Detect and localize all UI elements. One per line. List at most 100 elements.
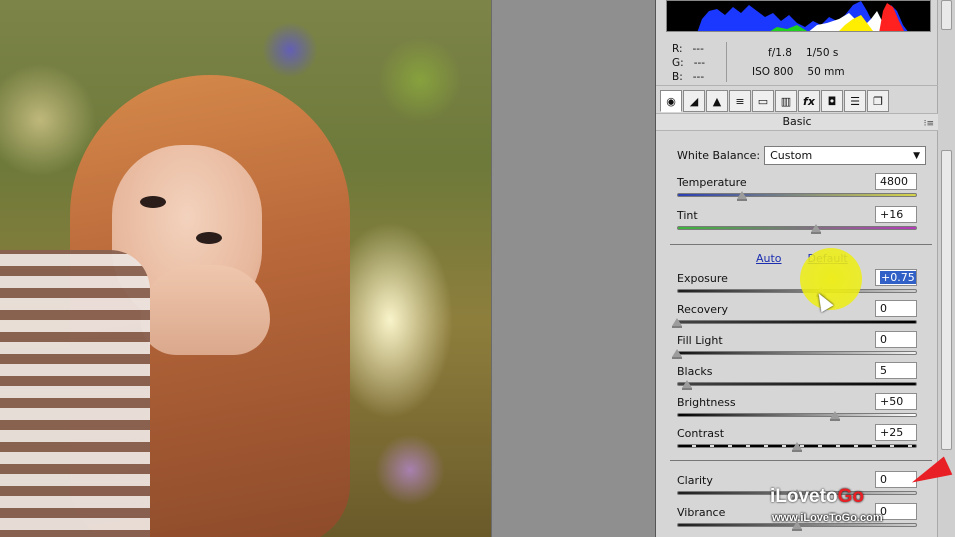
temperature-thumb[interactable] — [736, 191, 747, 201]
exposure-track[interactable] — [677, 289, 917, 293]
aperture-value: f/1.8 — [768, 47, 792, 59]
photo-subject-hand — [140, 265, 270, 355]
slider-fill-light: Fill Light 0 — [672, 331, 917, 364]
recovery-label: Recovery — [677, 303, 729, 316]
fill-light-input[interactable]: 0 — [875, 331, 917, 348]
iso-value: ISO 800 — [752, 66, 794, 78]
shutter-value: 1/50 s — [805, 47, 839, 59]
histogram-scroll-thumb[interactable] — [941, 0, 952, 30]
panel-menu-icon[interactable]: ⁝≡ — [924, 116, 934, 132]
blacks-value: 5 — [880, 364, 887, 377]
default-link[interactable]: Default — [808, 252, 848, 265]
white-balance-select[interactable]: Custom ▼ — [764, 146, 927, 165]
photo-subject-eye — [196, 232, 222, 244]
blacks-track[interactable] — [677, 382, 917, 386]
temperature-label: Temperature — [677, 176, 747, 189]
auto-default-links: Auto Default — [756, 252, 848, 265]
exif-readout: f/1.8 1/50 s ISO 800 50 mm — [752, 44, 845, 82]
white-balance-value: Custom — [770, 149, 813, 162]
detail-icon[interactable]: ▲ — [706, 90, 728, 112]
blacks-input[interactable]: 5 — [875, 362, 917, 379]
watermark-brand: iLovetoGo — [770, 486, 864, 507]
white-balance-row: White Balance: Custom ▼ — [677, 146, 927, 165]
focal-length-value: 50 mm — [807, 66, 845, 78]
photo-subject-shirt — [0, 250, 150, 537]
presets-icon[interactable]: ☰ — [844, 90, 866, 112]
contrast-label: Contrast — [677, 427, 725, 440]
section-divider — [670, 460, 932, 461]
photo-preview — [0, 0, 491, 537]
g-label: G: — [672, 57, 684, 69]
brightness-input[interactable]: +50 — [875, 393, 917, 410]
basic-icon[interactable]: ◉ — [660, 90, 682, 112]
info-divider — [726, 42, 727, 82]
lens-icon[interactable]: ▥ — [775, 90, 797, 112]
fill-light-thumb[interactable] — [672, 349, 682, 359]
brightness-value: +50 — [880, 395, 904, 408]
brightness-track[interactable] — [677, 413, 917, 417]
exposure-label: Exposure — [677, 272, 728, 285]
section-title-label: Basic — [782, 115, 812, 128]
slider-exposure: Exposure +0.75 — [677, 269, 917, 302]
slider-temperature: Temperature 4800 — [677, 173, 917, 206]
fill-light-track[interactable] — [677, 351, 917, 355]
tint-label: Tint — [677, 209, 698, 222]
watermark-logo: iLovetoGo www.iLoveToGo.com — [770, 456, 953, 534]
histogram — [666, 0, 931, 32]
panel-tabs: ◉ ◢ ▲ ≡ ▭ ▥ fx ◘ ☰ ❐ — [660, 90, 889, 112]
tint-value: +16 — [880, 208, 904, 221]
photo-subject-eye — [140, 196, 166, 208]
rgb-readout: R: --- G: --- B: --- — [672, 42, 705, 84]
brightness-thumb[interactable] — [830, 411, 841, 421]
panel-scroll-thumb[interactable] — [941, 150, 952, 450]
r-label: R: — [672, 43, 683, 55]
recovery-value: 0 — [880, 302, 887, 315]
r-value: --- — [692, 43, 704, 55]
vibrance-label: Vibrance — [677, 506, 726, 519]
panel-scrollbar[interactable] — [937, 0, 955, 537]
watermark-url: www.iLoveToGo.com — [772, 512, 883, 524]
exposure-value: +0.75 — [880, 271, 916, 284]
section-divider — [670, 244, 932, 245]
b-value: --- — [692, 71, 705, 83]
clarity-label: Clarity — [677, 474, 713, 487]
adjustments-panel: R: --- G: --- B: --- f/1.8 1/50 s ISO 800 50 … — [655, 0, 955, 537]
slider-blacks: Blacks 5 — [677, 362, 917, 395]
fill-light-value: 0 — [880, 333, 887, 346]
slider-recovery: Recovery 0 — [672, 300, 917, 333]
split-toning-icon[interactable]: ▭ — [752, 90, 774, 112]
recovery-input[interactable]: 0 — [875, 300, 917, 317]
b-label: B: — [672, 71, 683, 83]
tone-curve-icon[interactable]: ◢ — [683, 90, 705, 112]
recovery-thumb[interactable] — [672, 318, 682, 328]
temperature-value: 4800 — [880, 175, 908, 188]
slider-brightness: Brightness +50 — [677, 393, 917, 426]
effects-icon[interactable]: fx — [798, 90, 820, 112]
slider-tint: Tint +16 — [677, 206, 917, 239]
brightness-label: Brightness — [677, 396, 736, 409]
contrast-value: +25 — [880, 426, 904, 439]
auto-link[interactable]: Auto — [756, 252, 782, 265]
blacks-label: Blacks — [677, 365, 713, 378]
recovery-track[interactable] — [677, 320, 917, 324]
camera-calibration-icon[interactable]: ◘ — [821, 90, 843, 112]
snapshots-icon[interactable]: ❐ — [867, 90, 889, 112]
section-title: Basic ⁝≡ — [656, 113, 938, 131]
hsl-icon[interactable]: ≡ — [729, 90, 751, 112]
tint-thumb[interactable] — [811, 224, 822, 234]
tint-track[interactable] — [677, 226, 917, 230]
white-balance-label: White Balance: — [677, 149, 761, 162]
contrast-input[interactable]: +25 — [875, 424, 917, 441]
g-value: --- — [693, 57, 706, 69]
temperature-input[interactable]: 4800 — [875, 173, 917, 190]
exposure-input[interactable]: +0.75 — [875, 269, 917, 286]
canvas-background — [491, 0, 655, 537]
chevron-down-icon: ▼ — [913, 150, 921, 161]
temperature-track[interactable] — [677, 193, 917, 197]
camera-info: R: --- G: --- B: --- f/1.8 1/50 s ISO 800 50 … — [656, 36, 938, 86]
blacks-thumb[interactable] — [681, 380, 692, 390]
contrast-thumb[interactable] — [792, 442, 802, 452]
tint-input[interactable]: +16 — [875, 206, 917, 223]
fill-light-label: Fill Light — [677, 334, 723, 347]
slider-contrast: Contrast +25 — [677, 424, 917, 457]
